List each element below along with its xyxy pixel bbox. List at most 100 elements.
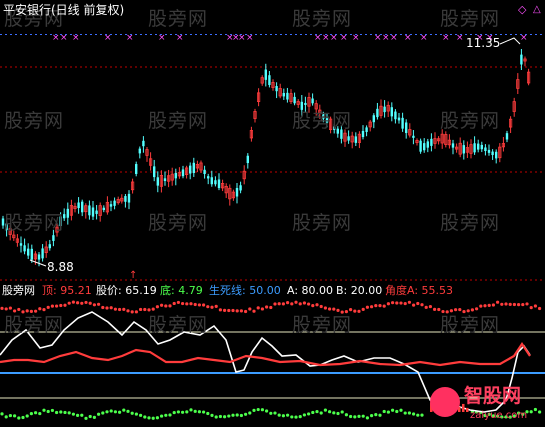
top-dot xyxy=(122,307,126,311)
candle xyxy=(462,145,465,154)
top-dot xyxy=(130,310,134,314)
top-dot xyxy=(97,302,101,306)
bottom-dot xyxy=(210,413,214,417)
top-dot xyxy=(71,300,75,304)
a-label: A: 80.00 xyxy=(287,284,334,297)
candle xyxy=(235,187,239,197)
top-dot xyxy=(46,305,50,309)
signal-dot xyxy=(125,34,127,35)
bottom-dot xyxy=(113,410,117,414)
bottom-dot xyxy=(59,410,63,414)
bottom-dot xyxy=(42,408,46,412)
signal-dot xyxy=(165,34,167,35)
signal-dot xyxy=(185,34,187,35)
logo-emblem-icon xyxy=(430,387,460,417)
bottom-dot xyxy=(13,414,17,418)
signal-dot xyxy=(55,34,57,35)
bottom-dot xyxy=(286,413,290,417)
signal-dot xyxy=(245,34,247,35)
candle xyxy=(426,141,429,148)
angle-value: 55.53 xyxy=(421,284,454,297)
top-value: 95.21 xyxy=(60,284,92,297)
bottom-dot xyxy=(277,413,281,417)
bottom-dot xyxy=(403,411,407,415)
diamond-icon[interactable]: ◇ xyxy=(518,3,526,16)
top-dot xyxy=(76,301,80,305)
watermark: 股旁网 xyxy=(292,314,353,336)
bottom-dot xyxy=(118,410,122,414)
signal-dot xyxy=(120,34,122,35)
signal-dot xyxy=(520,34,522,35)
top-dot xyxy=(353,309,357,313)
signal-dot xyxy=(30,34,32,35)
candle xyxy=(401,117,404,129)
bottom-dot xyxy=(248,411,252,415)
bottom-dot xyxy=(147,416,151,420)
candle xyxy=(419,140,422,152)
candle xyxy=(354,136,357,143)
candle xyxy=(156,177,159,186)
bottom-dot xyxy=(374,413,378,417)
signal-dot xyxy=(105,34,107,35)
candle xyxy=(127,193,131,203)
bottom-dot xyxy=(197,410,201,414)
bottom-dot xyxy=(21,415,25,420)
signal-dot xyxy=(115,34,117,35)
watermark: 股旁网 xyxy=(440,8,501,30)
signal-dot xyxy=(75,34,77,35)
watermark: 股旁网 xyxy=(292,110,353,132)
bottom-dot xyxy=(269,411,273,415)
signal-dot xyxy=(215,34,217,35)
bottom-dot xyxy=(235,413,239,417)
site-logo: 智股网 zaiyue.com xyxy=(430,383,542,425)
signal-dot xyxy=(110,34,112,35)
candle xyxy=(210,177,213,185)
top-dot xyxy=(395,301,399,305)
top-dot xyxy=(529,306,533,310)
signal-dot xyxy=(535,34,537,35)
signal-dot xyxy=(325,34,327,35)
bottom-dot xyxy=(172,410,176,415)
top-dot xyxy=(126,309,130,313)
bottom-dot xyxy=(391,408,395,412)
signal-dot xyxy=(345,34,347,35)
signal-dot xyxy=(85,34,87,35)
candle xyxy=(473,143,476,153)
candle xyxy=(77,202,80,209)
candle xyxy=(477,143,480,150)
signal-dot xyxy=(275,34,277,35)
signal-mark: × xyxy=(246,33,254,43)
signal-dot xyxy=(300,34,302,35)
top-label: 顶: 95.21 xyxy=(42,284,92,297)
candle xyxy=(174,173,177,179)
bottom-dot xyxy=(155,416,159,420)
signal-dot xyxy=(460,34,462,35)
bottom-dot xyxy=(336,411,340,416)
signal-dot xyxy=(240,34,242,35)
signal-dot xyxy=(400,34,402,35)
candle xyxy=(286,92,289,100)
bottom-dot xyxy=(160,414,164,418)
candle xyxy=(66,208,69,218)
top-dot xyxy=(496,300,500,304)
signal-dot xyxy=(385,34,387,35)
top-dot xyxy=(433,307,437,311)
candle xyxy=(505,133,509,140)
top-dot xyxy=(424,305,428,309)
bottom-dot xyxy=(71,412,75,416)
bottom-dot xyxy=(353,415,357,419)
candle xyxy=(203,169,206,175)
candle xyxy=(207,176,210,179)
triangle-icon[interactable]: △ xyxy=(533,3,541,16)
signal-dot xyxy=(145,34,147,35)
lifeline-label: 生死线: 50.00 xyxy=(209,284,281,297)
bottom-dot xyxy=(340,410,344,414)
b-label: B: 20.00 xyxy=(336,284,383,297)
bottom-dot xyxy=(378,413,382,417)
candle xyxy=(397,117,401,121)
top-dot xyxy=(223,308,227,312)
top-dot xyxy=(248,307,252,311)
signal-dot xyxy=(285,34,287,35)
bottom-value: 4.79 xyxy=(178,284,203,297)
top-dot xyxy=(185,302,189,306)
